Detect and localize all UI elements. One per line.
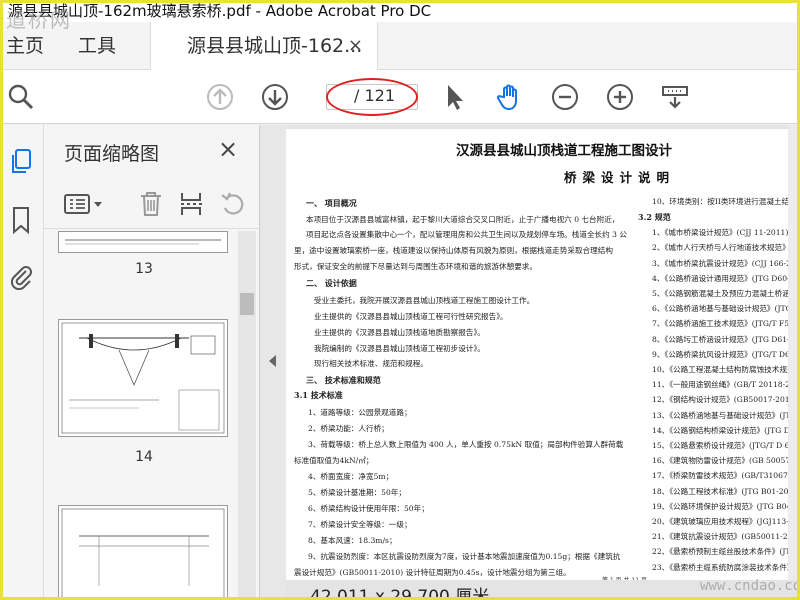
document-page: 汉源县县城山顶栈道工程施工图设计 桥梁设计说明 第 1 页 共 11 页 一、 … — [286, 129, 800, 585]
doc-line-right: 17、《桥梁防雷技术规范》(GB/T31067-2014 — [652, 471, 800, 481]
attachment-icon[interactable] — [6, 261, 36, 291]
thumbnail-page-15[interactable] — [58, 505, 228, 600]
zoom-in-icon[interactable] — [605, 82, 635, 112]
thumbnail-label-13: 13 — [135, 261, 153, 277]
doc-line-left: 一、 项目概况 — [306, 198, 357, 208]
read-mode-icon[interactable] — [660, 82, 690, 112]
doc-line-right: 16、《建筑物防雷设计规范》(GB 50057-20 — [652, 456, 800, 466]
panel-splitter[interactable] — [260, 125, 286, 600]
document-title: 汉源县县城山顶栈道工程施工图设计 — [456, 143, 672, 159]
doc-line-right: 5、《公路钢筋混凝土及预应力混凝土桥涵设 — [652, 289, 798, 298]
doc-line-left: 三、 技术标准和规范 — [306, 375, 381, 385]
watermark-top: 道桥网 — [6, 8, 72, 32]
doc-line-right: 7、《公路桥涵施工技术规范》(JTG/T F50- — [652, 319, 797, 329]
tab-document[interactable]: 源县县城山顶-162... × — [150, 22, 378, 71]
thumbnail-page-14[interactable] — [58, 319, 228, 437]
doc-line-left: 8、基本风速：18.3m/s； — [308, 536, 397, 545]
panel-title: 页面缩略图 — [64, 143, 160, 165]
tab-bar: 主页 工具 源县县城山顶-162... × — [0, 22, 800, 71]
left-navigation-rail — [0, 125, 44, 600]
doc-line-right: 2、《城市人行天桥与人行地道技术规范》(C — [652, 243, 799, 253]
doc-line-left: 6、桥梁结构设计使用年限：50年； — [308, 504, 429, 513]
doc-line-left: 现行相关技术标准、规范和规程。 — [314, 359, 428, 368]
doc-line-right: 3.2 规范 — [638, 212, 671, 222]
doc-line-right: 1、《城市桥梁设计规范》(CJJ 11-2011) — [652, 228, 789, 238]
thumbnail-page-13[interactable] — [58, 231, 228, 253]
page-thumbnails-icon[interactable] — [6, 147, 36, 177]
doc-line-right: 13、《公路桥涵地基与基础设计规范》(JTG — [652, 410, 797, 420]
doc-line-right: 18、《公路工程技术标准》(JTG B01-2014) — [652, 486, 800, 496]
hand-tool-icon[interactable] — [495, 82, 525, 112]
tab-tools[interactable]: 工具 — [78, 22, 116, 70]
doc-line-right: 19、《公路环境保护设计规范》(JTG B04-20 — [652, 501, 800, 511]
doc-line-right: 3、《城市桥梁抗震设计规范》(CJJ 166-20 — [652, 258, 796, 268]
doc-line-left: 标准值取值为4kN/㎡； — [294, 456, 374, 465]
panel-toolbar — [44, 181, 260, 229]
doc-line-left: 受业主委托，我院开展汉源县县城山顶栈道工程施工图设计工作。 — [314, 296, 535, 305]
doc-line-right: 10、《公路工程混凝土结构防腐蚀技术规范 — [652, 365, 795, 374]
doc-line-right: 9、《公路桥梁抗风设计规范》(JTG/T D60- — [652, 349, 798, 359]
next-page-icon[interactable] — [260, 82, 290, 112]
doc-line-right: 20、《建筑玻璃应用技术规程》(JGJ113-200 — [652, 517, 800, 526]
tab-close-button[interactable]: × — [348, 22, 363, 70]
document-scrollbar[interactable] — [788, 125, 800, 580]
doc-line-left: 7、桥梁设计安全等级：一级； — [308, 520, 412, 529]
doc-line-right: 10、环境类别：按II类环境进行混凝土结构耐 — [652, 197, 800, 206]
doc-line-left: 形式，保证安全的前提下尽量达到与周围生态环境和谐的旅游休憩要求。 — [294, 262, 537, 271]
doc-line-right: 12、《钢结构设计规范》(GB50017-2014) — [652, 395, 798, 405]
doc-line-left: 我院编制的《汉源县县城山顶栈道工程初步设计》。 — [314, 344, 485, 353]
highlight-ellipse — [326, 78, 418, 116]
thumbnail-scrollbar-thumb[interactable] — [240, 293, 254, 315]
doc-line-left: 5、桥梁设计基准期：50年； — [308, 488, 407, 497]
rotate-page-icon[interactable] — [218, 189, 248, 219]
doc-line-left: 业主提供的《汉源县县城山顶栈道地质勘察报告》。 — [314, 328, 485, 337]
doc-line-left: 项目起讫点各设置集散中心一个，配以管理用房和公共卫生间以及规划停车场。栈道全长约… — [306, 230, 627, 239]
doc-line-right: 8、《公路圬工桥涵设计规范》(JTG D61-20 — [652, 334, 800, 344]
document-subtitle: 桥梁设计说明 — [564, 170, 676, 185]
doc-line-right: 14、《公路钢结构桥梁设计规范》(JTG D64 — [652, 425, 800, 435]
doc-line-right: 11、《一般用途钢丝绳》(GB/T 20118-2006 — [652, 380, 800, 390]
thumbnail-scrollbar[interactable] — [238, 231, 256, 600]
toolbar: / 121 — [0, 70, 800, 124]
collapse-arrow-icon[interactable] — [269, 355, 276, 367]
panel-close-button[interactable]: × — [218, 135, 238, 163]
doc-line-left: 4、桥面宽度：净宽5m； — [308, 472, 394, 481]
document-viewer[interactable]: 汉源县县城山顶栈道工程施工图设计 桥梁设计说明 第 1 页 共 11 页 一、 … — [286, 125, 800, 600]
doc-line-left: 二、 设计依据 — [306, 278, 357, 288]
extract-page-icon[interactable] — [176, 189, 206, 219]
select-cursor-icon[interactable] — [440, 82, 470, 112]
zoom-out-icon[interactable] — [550, 82, 580, 112]
doc-line-right: 21、《建筑抗震设计规范》(GB50011-2010) — [652, 532, 800, 542]
doc-line-left: 3、荷载等级：桥上总人数上限值为 400 人，单人重按 0.75kN 取值；局部… — [308, 440, 624, 449]
active-indicator — [0, 143, 3, 183]
doc-line-left: 里，途中设置玻璃索桥一座，栈道建设以保持山体原有风貌为原则，根据栈道走势采取合理… — [294, 246, 613, 255]
bookmark-icon[interactable] — [6, 205, 36, 235]
doc-line-right: 6、《公路桥涵地基与基础设计规范》(JTG — [652, 304, 792, 314]
previous-page-icon[interactable] — [205, 82, 235, 112]
window-title: 源县县城山顶-162m玻璃悬索桥.pdf - Adobe Acrobat Pro… — [0, 0, 800, 22]
tab-document-label: 源县县城山顶-162... — [187, 35, 363, 57]
doc-line-left: 1、道路等级：公园景观道路； — [308, 408, 412, 417]
doc-line-right: 22、《悬索桥预制主缆丝股技术条件》(JT/ — [652, 547, 793, 557]
doc-line-left: 9、抗震设防烈度：本区抗震设防烈度为7度，设计基本地震加速度值为0.15g；根据… — [308, 552, 621, 561]
delete-page-icon[interactable] — [136, 189, 166, 219]
doc-line-right: 4、《公路桥涵设计通用规范》(JTG D60-20 — [652, 273, 800, 283]
doc-line-left: 2、桥梁功能：人行桥； — [308, 424, 389, 433]
doc-line-left: 3.1 技术标准 — [294, 390, 343, 400]
doc-line-left: 本项目位于汉源县县城富林镇，起于黎川大道综合交叉口附近，止于广播电视六 0 七台… — [306, 215, 620, 224]
doc-line-left: 业主提供的《汉源县县城山顶栈道工程可行性研究报告》。 — [314, 312, 508, 321]
options-menu-icon[interactable] — [62, 189, 106, 219]
page-dimensions: 42.011 x 29.700 厘米 — [310, 587, 490, 600]
search-icon[interactable] — [6, 82, 36, 112]
thumbnail-label-14: 14 — [135, 449, 153, 465]
thumbnail-panel: 页面缩略图 × 13 14 — [44, 125, 260, 600]
doc-line-right: 23、《悬索桥主缆系统防腐涂装技术条件》 — [652, 562, 795, 572]
doc-line-right: 15、《公路悬索桥设计规范》(JTG/T D 65- — [652, 441, 797, 450]
watermark-bottom: www.cndao.com — [700, 578, 800, 594]
doc-line-left: 震设计规范》(GB50011-2010) 设计特征周期为0.45s，设计地震分组… — [294, 568, 571, 577]
